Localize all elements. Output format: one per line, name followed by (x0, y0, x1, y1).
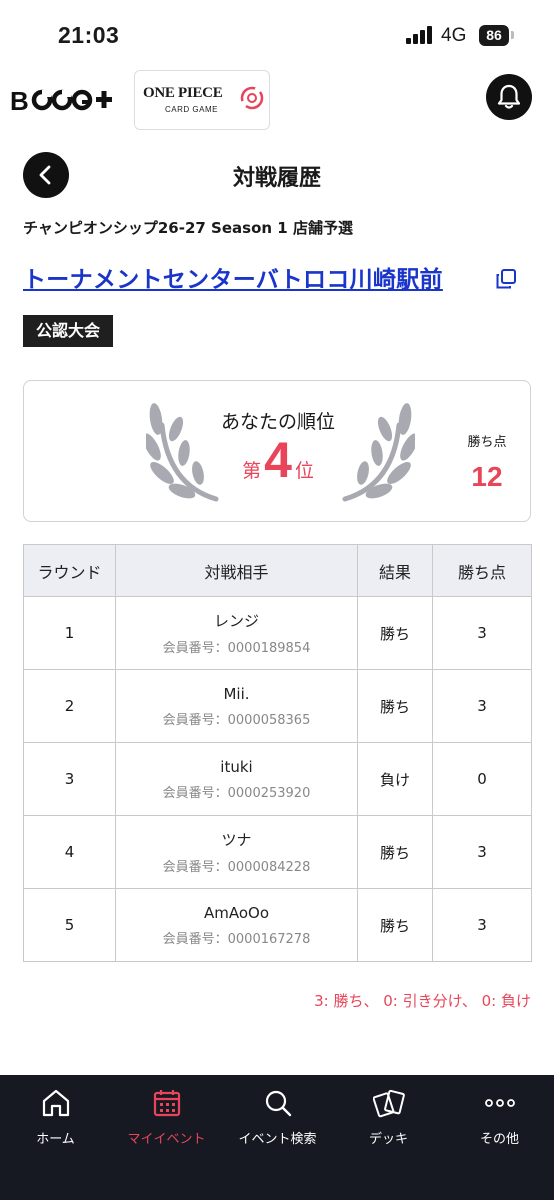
tab-more[interactable]: その他 (444, 1075, 554, 1165)
status-time: 21:03 (58, 22, 120, 48)
member-id-value: 0000167278 (227, 931, 311, 947)
round-cell: 3 (23, 742, 116, 816)
opponent-name: レンジ (213, 612, 259, 630)
notification-button[interactable] (486, 74, 532, 120)
table-row: 5 AmAoOo 会員番号：0000167278 勝ち 3 (23, 888, 532, 962)
opponent-name: Mii. (223, 684, 250, 703)
rank-number: 4 (264, 432, 292, 488)
event-type-badge: 公認大会 (23, 315, 114, 347)
opponent-name: ツナ (221, 831, 252, 849)
tab-label: デッキ (368, 1132, 408, 1147)
bottom-tab-bar: ホーム マイイベント イベント検索 デッキ その他 (0, 1075, 554, 1200)
round-cell: 1 (23, 596, 116, 670)
points-cell: 0 (432, 742, 532, 816)
rank-card: あなたの順位 第4 位 勝ち点 12 (23, 380, 531, 522)
rank-prefix: 第 (242, 460, 262, 482)
page-title: 対戦履歴 (232, 166, 321, 191)
result-cell: 勝ち (357, 669, 433, 743)
member-id-label: 会員番号： (162, 931, 228, 947)
member-id: 会員番号：0000253920 (116, 782, 357, 801)
opponent-name: AmAoOo (203, 903, 270, 922)
tab-deck[interactable]: デッキ (333, 1075, 444, 1165)
result-cell: 勝ち (357, 815, 433, 889)
one-piece-card-game-logo[interactable]: ONE PIECE CARD GAME (134, 70, 270, 130)
status-bar: 21:03 4G 86 (0, 0, 554, 62)
event-name: チャンピオンシップ26-27 Season 1 店舗予選 (23, 219, 353, 237)
table-row: 4 ツナ 会員番号：0000084228 勝ち 3 (23, 815, 532, 889)
member-id-value: 0000058365 (227, 712, 311, 728)
external-link-icon[interactable] (495, 268, 517, 290)
opponent-cell: ituki 会員番号：0000253920 (115, 742, 358, 816)
battery-tip (511, 31, 514, 39)
rank-suffix: 位 (294, 460, 314, 482)
member-id: 会員番号：0000058365 (116, 709, 357, 728)
result-cell: 勝ち (357, 596, 433, 670)
total-points-label: 勝ち点 (467, 435, 507, 450)
more-icon (485, 1099, 515, 1107)
svg-text:B: B (10, 86, 29, 114)
points-cell: 3 (432, 815, 532, 889)
opponent-cell: ツナ 会員番号：0000084228 (115, 815, 358, 889)
home-icon (42, 1089, 70, 1117)
header-result: 結果 (357, 544, 433, 597)
round-cell: 2 (23, 669, 116, 743)
tab-home[interactable]: ホーム (0, 1075, 111, 1165)
round-cell: 4 (23, 815, 116, 889)
total-points-value: 12 (471, 461, 503, 492)
header-opponent: 対戦相手 (115, 544, 358, 597)
tab-label: イベント検索 (238, 1132, 317, 1147)
network-type: 4G (441, 25, 467, 46)
points-cell: 3 (432, 596, 532, 670)
game-logo-subtitle: CARD GAME (165, 105, 218, 114)
table-row: 2 Mii. 会員番号：0000058365 勝ち 3 (23, 669, 532, 743)
tab-my-events[interactable]: マイイベント (111, 1075, 222, 1165)
search-icon (265, 1090, 292, 1117)
opponent-cell: AmAoOo 会員番号：0000167278 (115, 888, 358, 962)
points-legend: 3: 勝ち、 0: 引き分け、 0: 負け (314, 992, 531, 1010)
game-logo-title: ONE PIECE (143, 85, 223, 101)
bell-icon (497, 84, 521, 109)
member-id-value: 0000084228 (227, 860, 311, 875)
header-round: ラウンド (23, 544, 116, 597)
points-cell: 3 (432, 888, 532, 962)
app-header: B ONE PIECE CARD GAME (0, 62, 554, 138)
member-id-label: 会員番号： (162, 641, 228, 656)
tab-label: ホーム (36, 1132, 75, 1147)
tab-label: マイイベント (127, 1132, 206, 1147)
points-cell: 3 (432, 669, 532, 743)
calendar-icon (153, 1090, 181, 1117)
table-row: 1 レンジ 会員番号：0000189854 勝ち 3 (23, 596, 532, 670)
store-link[interactable]: トーナメントセンターバトロコ川崎駅前 (23, 260, 443, 294)
member-id-label: 会員番号： (162, 785, 228, 801)
member-id-value: 0000253920 (227, 785, 311, 801)
table-header-row: ラウンド 対戦相手 結果 勝ち点 (23, 544, 532, 597)
member-id: 会員番号：0000084228 (116, 856, 357, 875)
member-id: 会員番号：0000167278 (116, 928, 357, 947)
opponent-cell: レンジ 会員番号：0000189854 (115, 596, 358, 670)
opponent-name: ituki (220, 757, 253, 776)
result-cell: 負け (357, 742, 433, 816)
member-id-value: 0000189854 (227, 641, 311, 656)
result-cell: 勝ち (357, 888, 433, 962)
signal-icon (406, 26, 434, 44)
member-id: 会員番号：0000189854 (116, 637, 357, 656)
cards-icon (373, 1089, 405, 1118)
bandai-card-games-logo[interactable]: B (10, 84, 114, 114)
member-id-label: 会員番号： (162, 860, 228, 875)
rank-value: 第4 位 (202, 431, 354, 489)
tab-event-search[interactable]: イベント検索 (222, 1075, 333, 1165)
tab-label: その他 (479, 1132, 519, 1147)
match-results-table: ラウンド 対戦相手 結果 勝ち点 1 レンジ 会員番号：0000189854 勝… (23, 544, 532, 962)
member-id-label: 会員番号： (162, 712, 228, 728)
battery-icon: 86 (479, 25, 509, 46)
rank-label: あなたの順位 (220, 411, 335, 433)
opponent-cell: Mii. 会員番号：0000058365 (115, 669, 358, 743)
header-points: 勝ち点 (432, 544, 532, 597)
table-row: 3 ituki 会員番号：0000253920 負け 0 (23, 742, 532, 816)
game-logo-mark-icon (240, 86, 264, 110)
round-cell: 5 (23, 888, 116, 962)
